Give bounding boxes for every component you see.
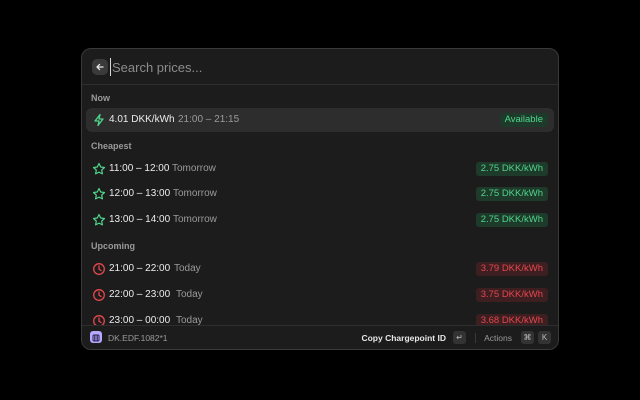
chargepoint-id: DK.EDF.1082*1 [108,333,168,343]
footer-divider [475,333,476,343]
cheapest-time: 11:00 – 12:00 [109,163,170,174]
command-window: Now 4.01 DKK/kWh 21:00 – 21:15 Available… [81,48,559,350]
upcoming-day: Today [174,263,201,274]
search-input[interactable] [110,58,412,76]
upcoming-time: 22:00 – 23:00 [109,289,171,300]
clock-icon [93,289,105,301]
action-bar: DK.EDF.1082*1 Copy Chargepoint ID ↵ Acti… [82,325,558,349]
actions-button[interactable]: Actions [484,333,512,343]
star-icon [92,187,106,200]
status-badge: Available [499,113,548,127]
list-item-upcoming[interactable]: 22:00 – 23:00 Today 3.75 DKK/kWh [86,283,554,307]
list-item-now[interactable]: 4.01 DKK/kWh 21:00 – 21:15 Available [86,108,554,132]
copy-chargepoint-id-button[interactable]: Copy Chargepoint ID [361,333,446,343]
cheapest-time: 12:00 – 13:00 [109,188,171,199]
star-icon [92,213,106,226]
upcoming-time: 21:00 – 22:00 [109,263,171,274]
cheapest-time: 13:00 – 14:00 [109,214,171,225]
charger-icon [92,334,100,342]
enter-key-hint: ↵ [453,331,466,344]
cmd-key-hint: ⌘ [521,331,534,344]
cheapest-day: Tomorrow [173,214,217,225]
price-badge: 2.75 DKK/kWh [475,213,548,227]
clock-icon [93,263,105,275]
lightning-icon [94,113,104,127]
list-item-upcoming[interactable]: 21:00 – 22:00 Today 3.79 DKK/kWh [86,257,554,281]
now-price: 4.01 DKK/kWh [109,114,175,125]
now-time: 21:00 – 21:15 [178,114,240,125]
price-badge: 3.75 DKK/kWh [475,288,548,302]
arrow-left-icon [96,63,104,71]
section-header-cheapest: Cheapest [91,141,132,151]
k-key-hint: K [538,331,551,344]
price-badge: 2.75 DKK/kWh [475,162,548,176]
list-item-cheapest[interactable]: 13:00 – 14:00 Tomorrow 2.75 DKK/kWh [86,208,554,232]
section-header-upcoming: Upcoming [91,241,135,251]
list-item-cheapest[interactable]: 11:00 – 12:00 Tomorrow 2.75 DKK/kWh [86,157,554,181]
price-badge: 2.75 DKK/kWh [475,187,548,201]
cheapest-day: Tomorrow [173,188,217,199]
app-icon [90,331,102,343]
back-button[interactable] [92,59,108,75]
section-header-now: Now [91,93,110,103]
list-item-cheapest[interactable]: 12:00 – 13:00 Tomorrow 2.75 DKK/kWh [86,182,554,206]
cheapest-day: Tomorrow [172,163,216,174]
search-bar [82,49,558,85]
upcoming-day: Today [176,289,203,300]
price-badge: 3.79 DKK/kWh [475,262,548,276]
star-icon [92,162,106,175]
